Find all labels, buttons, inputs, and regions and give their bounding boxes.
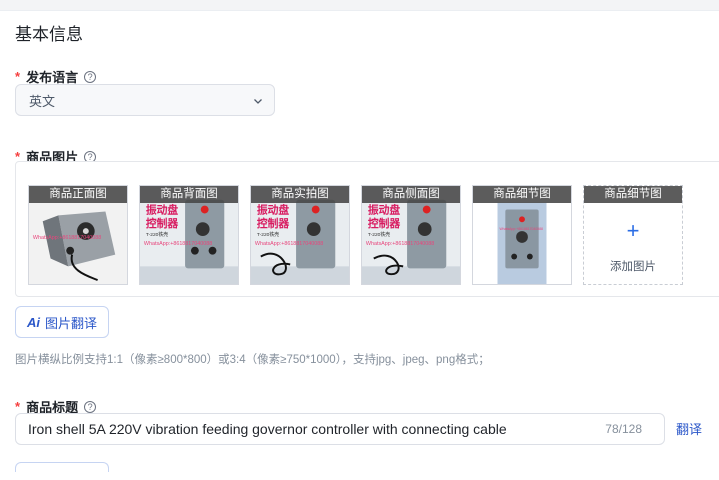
product-image-front[interactable]: 商品正面图 WhatsApp:+8618817040088 xyxy=(28,185,128,285)
image-caption: 商品细节图 xyxy=(584,186,682,203)
product-image-real[interactable]: 商品实拍图 振动盘 控制器 T-220铁壳 WhatsApp:+86188170… xyxy=(250,185,350,285)
product-text: T-220铁壳 xyxy=(257,231,279,238)
next-button-edge[interactable] xyxy=(15,462,109,472)
watermark-text: WhatsApp:+8618817040088 xyxy=(499,227,543,231)
image-format-hint: 图片横纵比例支持1:1（像素≥800*800）或3:4（像素≥750*1000）… xyxy=(15,354,490,366)
watermark-text: WhatsApp:+8618817040088 xyxy=(366,241,434,247)
product-text: T-220铁壳 xyxy=(146,231,168,238)
required-mark: * xyxy=(15,399,21,414)
section-title: 基本信息 xyxy=(15,25,83,44)
product-text: 控制器 xyxy=(257,217,290,230)
product-title-input[interactable]: Iron shell 5A 220V vibration feeding gov… xyxy=(15,413,665,445)
image-caption: 商品实拍图 xyxy=(251,186,349,203)
help-icon[interactable]: ? xyxy=(84,70,97,83)
chevron-down-icon xyxy=(254,99,262,104)
plus-icon: + xyxy=(626,218,640,243)
product-text: 控制器 xyxy=(146,217,179,230)
image-caption: 商品正面图 xyxy=(29,186,127,203)
translate-title-link[interactable]: 翻译 xyxy=(676,419,702,438)
language-select[interactable]: 英文 xyxy=(15,84,275,116)
product-image-detail[interactable]: 商品细节图 WhatsApp:+8618817040088 xyxy=(472,185,572,285)
char-counter: 78/128 xyxy=(605,422,642,436)
product-text: 控制器 xyxy=(368,217,401,230)
product-text: 振动盘 xyxy=(146,203,179,216)
language-select-value: 英文 xyxy=(29,93,56,109)
image-caption: 商品背面图 xyxy=(140,186,238,203)
ai-icon: Ai xyxy=(26,314,40,330)
image-caption: 商品细节图 xyxy=(473,186,571,203)
product-image-side[interactable]: 商品侧面图 振动盘 控制器 T-220铁壳 WhatsApp:+86188170… xyxy=(361,185,461,285)
product-text: 振动盘 xyxy=(257,203,290,216)
add-image-label: 添加图片 xyxy=(610,261,656,273)
product-title-value: Iron shell 5A 220V vibration feeding gov… xyxy=(28,421,507,437)
watermark-text: WhatsApp:+8618817040088 xyxy=(255,241,323,247)
add-image-slot[interactable]: 商品细节图 + 添加图片 xyxy=(583,185,683,285)
product-text: T-220铁壳 xyxy=(368,231,390,238)
image-translate-label: 图片翻译 xyxy=(44,315,97,331)
watermark-text: WhatsApp:+8618817040088 xyxy=(33,235,101,241)
image-translate-button[interactable]: Ai 图片翻译 xyxy=(15,306,109,338)
required-mark: * xyxy=(15,69,21,84)
image-caption: 商品侧面图 xyxy=(362,186,460,203)
product-text: 振动盘 xyxy=(368,203,401,216)
watermark-text: WhatsApp:+8618817040088 xyxy=(144,241,212,247)
help-icon[interactable]: ? xyxy=(84,400,97,413)
product-image-back[interactable]: 商品背面图 振动盘 控制器 T-220铁壳 WhatsApp:+86188170… xyxy=(139,185,239,285)
